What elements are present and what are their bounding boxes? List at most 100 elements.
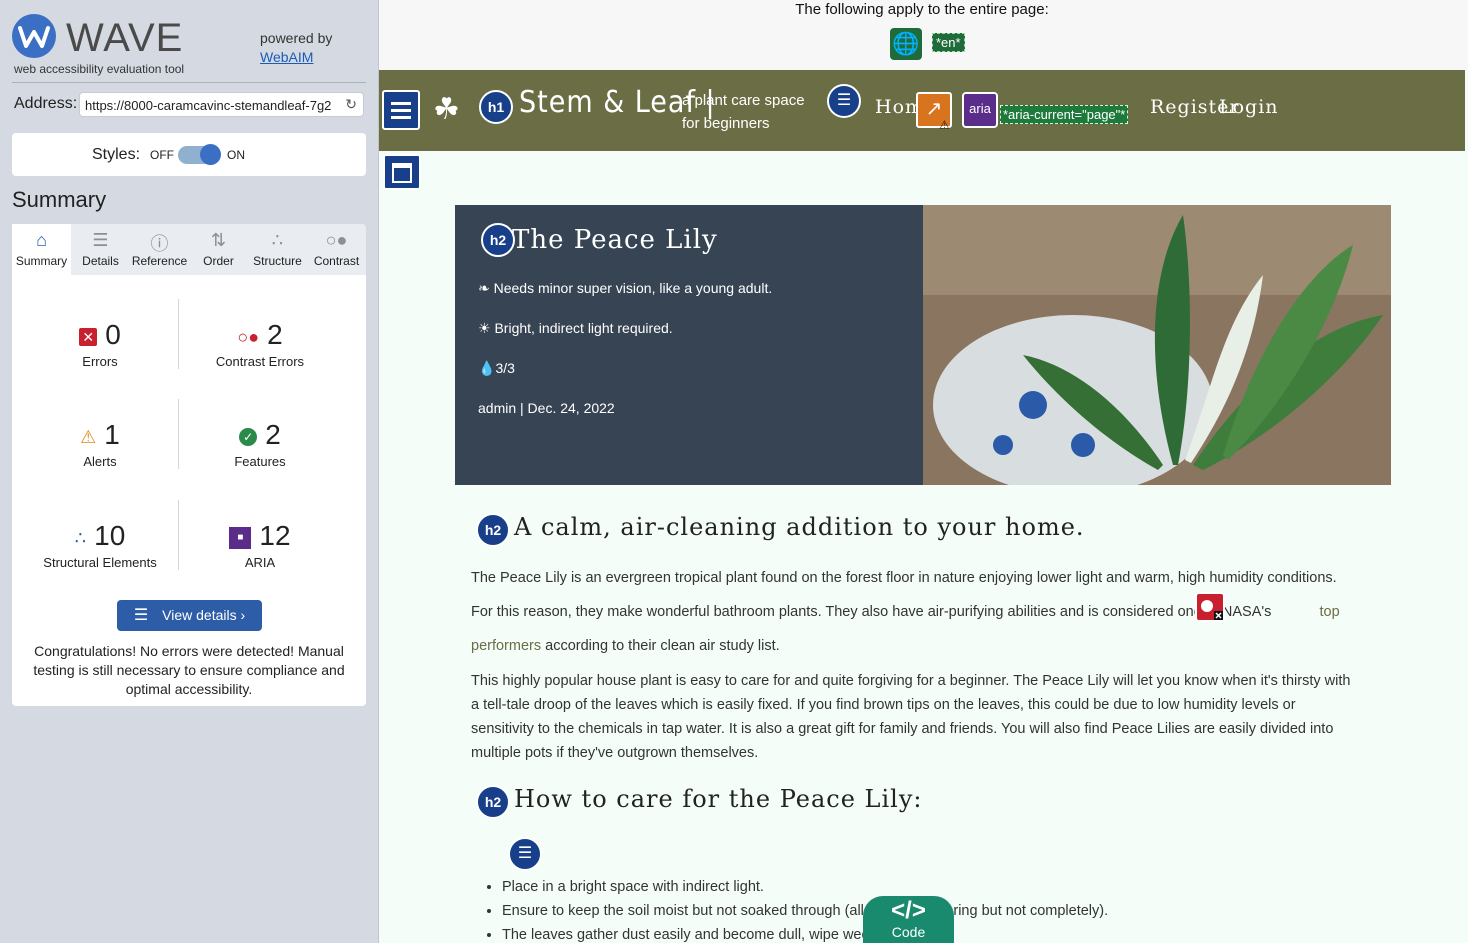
list-icon[interactable]: ☰ [508,837,542,871]
post-title: The Peace Lily [512,225,718,255]
code-label: Code [891,924,926,940]
tab-reference[interactable]: ⓘ Reference [130,224,189,275]
powered-by-text: powered by [260,30,333,46]
wave-wordmark: WAVE [66,16,184,60]
list-item: Ensure to keep the soil moist but not so… [502,901,1108,925]
webaim-link[interactable]: WebAIM [260,49,313,65]
structure-icon: ∴ [74,527,87,548]
home-icon: ⌂ [36,230,47,250]
structural-label: Structural Elements [43,555,157,570]
contrast-error-icon: ○● [237,326,260,347]
list-icon: ☰ [133,607,149,624]
intro-text-end: according to their clean air study list. [545,638,780,654]
list-icon[interactable]: ☰ [827,84,861,118]
tab-reference-label: Reference [131,254,188,268]
tab-details[interactable]: ☰ Details [71,224,130,275]
list-item: The leaves gather dust easily and become… [502,925,1108,943]
post-meta: admin | Dec. 24, 2022 [478,400,615,416]
main-region-icon[interactable] [383,154,421,190]
wave-sidebar: WAVE web accessibility evaluation tool p… [0,0,379,943]
post-hero: h2 The Peace Lily ❧ Needs minor super vi… [455,205,923,485]
site-header: ☘ h1 Stem & Leaf | a plant care space fo… [379,70,1465,151]
alerts-stat[interactable]: ⚠ 1 Alerts [20,418,180,469]
structural-count: 10 [94,520,126,551]
header-region-icon[interactable] [382,90,420,130]
alerts-count: 1 [104,419,120,450]
styles-on-label: ON [227,148,245,162]
styles-toggle[interactable] [178,144,221,165]
contrast-icon: ○● [325,230,348,250]
leaf-icon: ❧ [478,280,494,296]
tagline-line-2: for beginners [682,115,770,132]
water-line: 💧3/3 [478,360,515,377]
h1-icon[interactable]: h1 [479,90,513,124]
alert-icon: ⚠ [80,426,97,447]
tab-order-label: Order [203,254,234,268]
tab-contrast[interactable]: ○● Contrast [307,224,366,275]
reload-icon[interactable]: ↻ [345,96,357,113]
care-list: Place in a bright space with indirect li… [502,877,1108,943]
language-icon[interactable]: 🌐 [890,28,922,60]
code-toggle-button[interactable]: </> Code [863,896,954,943]
errors-stat[interactable]: ✕ 0 Errors [20,318,180,369]
page-level-strip: The following apply to the entire page: … [379,0,1468,70]
tab-summary[interactable]: ⌂ Summary [12,224,71,275]
nav-login-link[interactable]: Login [1219,96,1279,118]
lang-tag: *en* [932,33,965,52]
styles-label: Styles: [92,146,141,163]
structural-stat[interactable]: ∴ 10 Structural Elements [20,519,180,570]
section-heading-calm: A calm, air-cleaning addition to your ho… [514,513,1085,541]
styles-off-label: OFF [150,148,174,162]
view-details-label: View details › [162,607,246,623]
tab-structure[interactable]: ∴ Structure [248,224,307,275]
tab-details-label: Details [82,254,119,268]
wave-tabs: ⌂ Summary ☰ Details ⓘ Reference ⇅ Order … [12,224,366,275]
light-line: ☀ Bright, indirect light required. [478,320,673,337]
care-line: ❧ Needs minor super vision, like a young… [478,280,772,297]
alerts-label: Alerts [83,454,117,469]
contrast-errors-stat[interactable]: ○● 2 Contrast Errors [180,318,340,369]
code-icon: </> [891,897,926,924]
alert-icon: ⚠ [939,118,950,132]
powered-by: powered by WebAIM [260,29,332,67]
tagline-line-1: a plant care space [682,92,805,109]
section-heading-care: How to care for the Peace Lily: [514,785,923,813]
leaf-logo-icon[interactable]: ☘ [433,92,460,127]
aria-stat[interactable]: ■ 12 ARIA [180,519,340,570]
errors-count: 0 [105,319,121,350]
list-item: Place in a bright space with indirect li… [502,877,1108,901]
water-text: 3/3 [495,360,515,376]
features-count: 2 [265,419,281,450]
sun-icon: ☀ [478,320,495,336]
page-preview: The following apply to the entire page: … [379,0,1468,943]
structure-icon: ∴ [271,230,284,250]
h2-icon[interactable]: h2 [481,223,515,257]
h2-icon[interactable]: h2 [476,513,510,547]
aria-icon: ■ [229,526,252,549]
order-icon: ⇅ [210,230,227,250]
aria-label: ARIA [244,555,276,570]
aria-count: 12 [259,520,291,551]
h2-icon[interactable]: h2 [476,785,510,819]
wave-logo-icon [12,14,56,58]
tab-order[interactable]: ⇅ Order [189,224,248,275]
aria-icon[interactable]: aria [962,92,998,128]
error-icon: ✕ [79,327,98,346]
contrast-error-icon[interactable] [1195,592,1225,622]
contrast-label: Contrast Errors [215,354,305,369]
errors-label: Errors [82,354,118,369]
site-tagline: a plant care space for beginners [682,89,805,135]
info-icon: ⓘ [150,234,169,254]
apply-text: The following apply to the entire page: [795,1,1049,18]
contrast-count: 2 [267,319,283,350]
tab-contrast-label: Contrast [313,254,360,268]
light-text: Bright, indirect light required. [494,320,673,336]
view-details-button[interactable]: ☰ View details › [117,600,262,631]
congrats-message: Congratulations! No errors were detected… [33,643,345,697]
features-stat[interactable]: ✓ 2 Features [180,418,340,469]
address-label: Address: [14,95,78,112]
features-label: Features [234,454,286,469]
address-input[interactable]: https://8000-caramcavinc-stemandleaf-7g2… [79,92,364,117]
styles-panel: Styles: OFF ON [12,133,366,176]
aria-current-tag: *aria-current="page"* [1000,105,1129,124]
